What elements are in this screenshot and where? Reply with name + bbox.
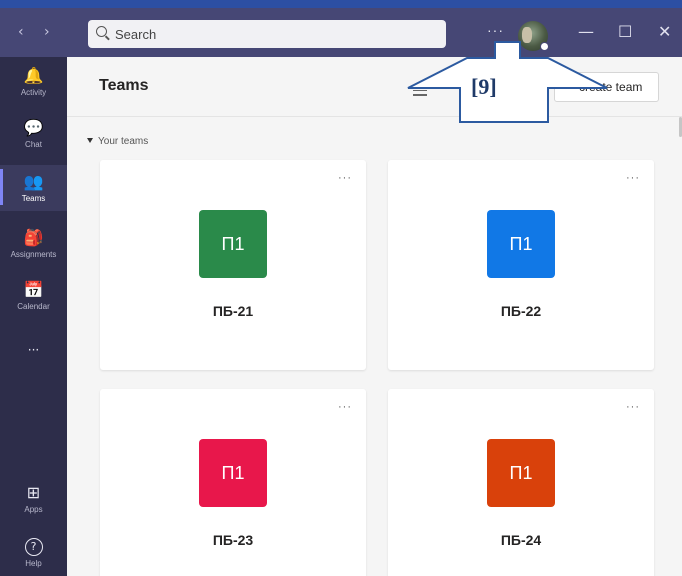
caret-down-icon <box>87 138 93 143</box>
presence-status-icon <box>540 42 549 51</box>
team-avatar: П1 <box>487 439 555 507</box>
search-input[interactable]: Search <box>88 20 446 48</box>
rail-item-chat[interactable]: 💬 Chat <box>0 119 67 163</box>
rail-item-help[interactable]: ? Help <box>0 537 67 576</box>
more-options-icon[interactable]: ··· <box>338 401 352 413</box>
team-avatar: П1 <box>199 439 267 507</box>
title-bar: ‹ › Search ··· — ☐ ✕ <box>0 0 682 57</box>
chat-icon: 💬 <box>23 118 44 137</box>
maximize-icon[interactable]: ☐ <box>618 22 632 41</box>
rail-item-calendar[interactable]: 📅 Calendar <box>0 281 67 325</box>
team-name: ПБ-23 <box>212 532 254 548</box>
search-placeholder: Search <box>115 27 157 42</box>
team-avatar: П1 <box>487 210 555 278</box>
back-arrow-icon[interactable]: ‹ <box>18 24 24 40</box>
more-options-icon[interactable]: ··· <box>626 172 640 184</box>
team-name: ПБ-22 <box>500 303 542 319</box>
forward-arrow-icon[interactable]: › <box>44 24 50 40</box>
team-name: ПБ-21 <box>212 303 254 319</box>
team-card[interactable]: ··· П1 ПБ-21 <box>100 160 366 370</box>
app-rail: 🔔 Activity 💬 Chat 👥 Teams 🎒 Assignments … <box>0 57 67 576</box>
team-name: ПБ-24 <box>500 532 542 548</box>
calendar-icon: 📅 <box>23 280 44 299</box>
apps-icon: ⊞ <box>26 483 41 502</box>
page-header: Teams create team <box>67 57 682 117</box>
more-options-icon[interactable]: ··· <box>487 22 504 38</box>
rail-label: Apps <box>24 505 43 514</box>
rail-label: Calendar <box>17 302 50 311</box>
minimize-icon[interactable]: — <box>578 22 594 41</box>
title-bar-accent-line <box>0 0 682 8</box>
rail-label: Activity <box>20 88 47 97</box>
help-icon: ? <box>24 538 43 556</box>
rail-label: Assignments <box>10 250 57 259</box>
close-icon[interactable]: ✕ <box>658 22 671 41</box>
rail-label: Chat <box>25 140 42 149</box>
rail-label: Teams <box>21 194 46 203</box>
bell-icon: 🔔 <box>23 66 44 85</box>
team-avatar: П1 <box>199 210 267 278</box>
more-options-icon[interactable]: ··· <box>338 172 352 184</box>
annotation-label: [9] <box>471 74 497 99</box>
search-icon <box>96 26 107 37</box>
view-options-icon[interactable] <box>413 85 427 99</box>
section-label: Your teams <box>98 136 149 147</box>
join-or-create-team-button[interactable]: create team <box>554 72 659 102</box>
team-card[interactable]: ··· П1 ПБ-22 <box>388 160 654 370</box>
rail-more-apps-icon[interactable]: ··· <box>0 341 67 361</box>
rail-item-teams[interactable]: 👥 Teams <box>0 165 67 211</box>
rail-item-activity[interactable]: 🔔 Activity <box>0 67 67 111</box>
rail-item-assignments[interactable]: 🎒 Assignments <box>0 229 67 273</box>
rail-label: Help <box>25 559 42 568</box>
teams-icon: 👥 <box>23 172 44 191</box>
more-options-icon[interactable]: ··· <box>626 401 640 413</box>
more-icon: ··· <box>27 343 40 357</box>
rail-item-apps[interactable]: ⊞ Apps <box>0 484 67 524</box>
team-card[interactable]: ··· П1 ПБ-24 <box>388 389 654 576</box>
main-content: Teams create team Your teams ··· П1 ПБ-2… <box>67 57 682 576</box>
your-teams-section-toggle[interactable]: Your teams <box>87 136 148 147</box>
team-card[interactable]: ··· П1 ПБ-23 <box>100 389 366 576</box>
page-title: Teams <box>99 77 149 94</box>
assignments-icon: 🎒 <box>23 228 44 247</box>
